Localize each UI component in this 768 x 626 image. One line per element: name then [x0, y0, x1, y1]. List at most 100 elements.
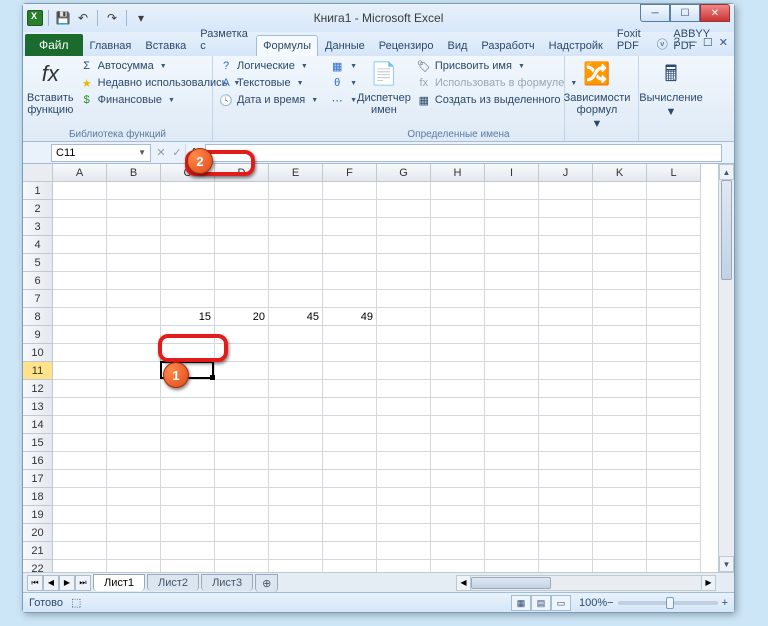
cell-A11[interactable]: [53, 362, 107, 380]
cell-H2[interactable]: [431, 200, 485, 218]
cell-D6[interactable]: [215, 272, 269, 290]
cell-F22[interactable]: [323, 560, 377, 572]
cell-L1[interactable]: [647, 182, 701, 200]
cell-L14[interactable]: [647, 416, 701, 434]
cell-K12[interactable]: [593, 380, 647, 398]
cell-G7[interactable]: [377, 290, 431, 308]
cell-J19[interactable]: [539, 506, 593, 524]
cell-B20[interactable]: [107, 524, 161, 542]
cell-A15[interactable]: [53, 434, 107, 452]
cell-C20[interactable]: [161, 524, 215, 542]
col-header-L[interactable]: L: [647, 164, 701, 182]
cell-A3[interactable]: [53, 218, 107, 236]
cell-A7[interactable]: [53, 290, 107, 308]
cell-J7[interactable]: [539, 290, 593, 308]
cell-E10[interactable]: [269, 344, 323, 362]
cell-J4[interactable]: [539, 236, 593, 254]
row-header-9[interactable]: 9: [23, 326, 53, 344]
cell-C13[interactable]: [161, 398, 215, 416]
cell-L18[interactable]: [647, 488, 701, 506]
cell-L21[interactable]: [647, 542, 701, 560]
cell-G3[interactable]: [377, 218, 431, 236]
cell-E7[interactable]: [269, 290, 323, 308]
minimize-button[interactable]: ─: [640, 4, 670, 22]
cell-J17[interactable]: [539, 470, 593, 488]
cell-G6[interactable]: [377, 272, 431, 290]
select-all-corner[interactable]: [23, 164, 53, 182]
cell-E22[interactable]: [269, 560, 323, 572]
cell-F4[interactable]: [323, 236, 377, 254]
cell-B3[interactable]: [107, 218, 161, 236]
cell-A19[interactable]: [53, 506, 107, 524]
cell-I3[interactable]: [485, 218, 539, 236]
row-header-12[interactable]: 12: [23, 380, 53, 398]
cell-H8[interactable]: [431, 308, 485, 326]
help-icon[interactable]: ?: [674, 36, 680, 52]
cell-A5[interactable]: [53, 254, 107, 272]
cell-G8[interactable]: [377, 308, 431, 326]
cell-B21[interactable]: [107, 542, 161, 560]
cell-B15[interactable]: [107, 434, 161, 452]
row-header-8[interactable]: 8: [23, 308, 53, 326]
cell-H15[interactable]: [431, 434, 485, 452]
cell-F5[interactable]: [323, 254, 377, 272]
cell-K17[interactable]: [593, 470, 647, 488]
cell-F13[interactable]: [323, 398, 377, 416]
cell-E13[interactable]: [269, 398, 323, 416]
cell-C18[interactable]: [161, 488, 215, 506]
cell-H20[interactable]: [431, 524, 485, 542]
view-layout-button[interactable]: ▤: [531, 595, 551, 611]
view-normal-button[interactable]: ▦: [511, 595, 531, 611]
cell-A10[interactable]: [53, 344, 107, 362]
cell-I5[interactable]: [485, 254, 539, 272]
cell-K13[interactable]: [593, 398, 647, 416]
cell-I20[interactable]: [485, 524, 539, 542]
cell-I8[interactable]: [485, 308, 539, 326]
tab-review[interactable]: Рецензиро: [372, 35, 441, 56]
cell-G19[interactable]: [377, 506, 431, 524]
cell-F9[interactable]: [323, 326, 377, 344]
scroll-right-icon[interactable]: ▶: [701, 576, 715, 590]
cell-I9[interactable]: [485, 326, 539, 344]
cell-C3[interactable]: [161, 218, 215, 236]
cell-K1[interactable]: [593, 182, 647, 200]
cell-E19[interactable]: [269, 506, 323, 524]
cell-F16[interactable]: [323, 452, 377, 470]
formula-bar-input[interactable]: [205, 144, 722, 162]
cell-A4[interactable]: [53, 236, 107, 254]
cell-D16[interactable]: [215, 452, 269, 470]
cell-H5[interactable]: [431, 254, 485, 272]
insert-function-button[interactable]: fx Вставить функцию: [27, 58, 74, 116]
col-header-J[interactable]: J: [539, 164, 593, 182]
cell-A18[interactable]: [53, 488, 107, 506]
cell-E12[interactable]: [269, 380, 323, 398]
row-header-6[interactable]: 6: [23, 272, 53, 290]
cell-J15[interactable]: [539, 434, 593, 452]
cell-B11[interactable]: [107, 362, 161, 380]
cell-E16[interactable]: [269, 452, 323, 470]
cell-A6[interactable]: [53, 272, 107, 290]
datetime-button[interactable]: 🕓Дата и время▼: [217, 92, 320, 108]
cell-B22[interactable]: [107, 560, 161, 572]
row-header-1[interactable]: 1: [23, 182, 53, 200]
cell-K11[interactable]: [593, 362, 647, 380]
row-header-15[interactable]: 15: [23, 434, 53, 452]
cell-H13[interactable]: [431, 398, 485, 416]
zoom-level[interactable]: 100%: [579, 597, 607, 609]
cell-J12[interactable]: [539, 380, 593, 398]
cell-L7[interactable]: [647, 290, 701, 308]
view-pagebreak-button[interactable]: ▭: [551, 595, 571, 611]
cell-I22[interactable]: [485, 560, 539, 572]
cell-K20[interactable]: [593, 524, 647, 542]
cell-H12[interactable]: [431, 380, 485, 398]
cell-E11[interactable]: [269, 362, 323, 380]
cell-L22[interactable]: [647, 560, 701, 572]
cell-E5[interactable]: [269, 254, 323, 272]
worksheet-grid[interactable]: ABCDEFGHIJKL 123456789101112131415161718…: [23, 164, 734, 572]
col-header-I[interactable]: I: [485, 164, 539, 182]
cell-F6[interactable]: [323, 272, 377, 290]
cell-D5[interactable]: [215, 254, 269, 272]
cell-H17[interactable]: [431, 470, 485, 488]
cell-B18[interactable]: [107, 488, 161, 506]
cell-I6[interactable]: [485, 272, 539, 290]
